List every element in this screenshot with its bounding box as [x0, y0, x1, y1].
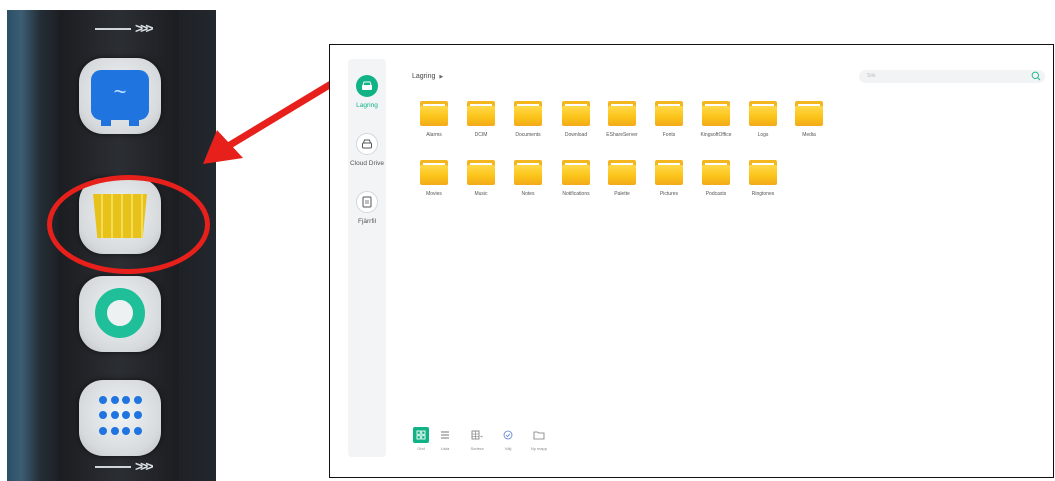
sidebar-item-fjarrfil[interactable]: Fjärrfil	[348, 191, 386, 225]
folder-name: Movies	[426, 191, 442, 197]
folder-item[interactable]: Notes	[508, 160, 548, 197]
file-manager-window: Lagring Cloud Drive Fjärrfil Lagring ▶ Sö…	[329, 44, 1054, 478]
folder-item[interactable]: Music	[461, 160, 501, 197]
folder-icon	[562, 101, 590, 126]
folder-item[interactable]: Logs	[743, 101, 783, 138]
scroll-line-bottom	[95, 466, 131, 468]
all-apps-icon[interactable]	[79, 380, 161, 456]
chevron-down-icon[interactable]: >>>	[135, 458, 153, 474]
folder-name: Media	[802, 132, 816, 138]
grid-view-button[interactable]: Grid	[409, 427, 433, 451]
pointer-arrow	[203, 81, 333, 164]
folder-name: Download	[564, 132, 588, 138]
folder-name: Logs	[757, 132, 769, 138]
folder-icon	[702, 101, 730, 126]
breadcrumb-label: Lagring	[412, 73, 436, 80]
folder-icon	[467, 160, 495, 185]
folder-icon	[562, 160, 590, 185]
app-grid-icon	[99, 396, 143, 440]
cloud-drive-icon	[356, 133, 378, 155]
sidebar-item-label: Lagring	[356, 102, 378, 109]
search-icon[interactable]	[1031, 71, 1041, 81]
toolbar-label: Grid	[417, 446, 425, 451]
folder-name: Documents	[515, 132, 541, 138]
folder-item[interactable]: Movies	[414, 160, 454, 197]
folder-name: Fonts	[662, 132, 676, 138]
folder-item[interactable]: Documents	[508, 101, 548, 138]
sidebar-item-label: Cloud Drive	[350, 160, 384, 167]
folder-name: Ringtones	[751, 191, 775, 197]
folder-icon	[514, 101, 542, 126]
folder-icon	[420, 160, 448, 185]
folder-icon	[655, 160, 683, 185]
folder-name: Podcasts	[705, 191, 727, 197]
highlight-circle	[47, 175, 210, 274]
folder-icon	[514, 160, 542, 185]
caret-right-icon: ▶	[439, 74, 444, 80]
folder-icon	[702, 160, 730, 185]
list-view-icon	[437, 427, 453, 443]
new-folder-icon	[531, 427, 547, 443]
search-input[interactable]: Sök	[859, 70, 1045, 83]
folder-name: Palette	[614, 191, 630, 197]
chevron-up-icon[interactable]: >>>	[135, 20, 153, 36]
folder-icon	[467, 101, 495, 126]
folder-name: DCIM	[474, 132, 488, 138]
sidebar-item-cloud-drive[interactable]: Cloud Drive	[348, 133, 386, 167]
toolbar-label: Ny mapp	[530, 446, 547, 451]
storage-icon	[356, 75, 378, 97]
monitor-photo: >>> ~ >>>	[7, 10, 216, 481]
folder-item[interactable]: Alarms	[414, 101, 454, 138]
folder-item[interactable]: Media	[789, 101, 829, 138]
folder-item[interactable]: Ringtones	[743, 160, 783, 197]
folder-name: Alarms	[426, 132, 442, 138]
toolbar-label: Välj	[504, 446, 512, 451]
folder-item[interactable]: Fonts	[649, 101, 689, 138]
select-button[interactable]: Välj	[496, 427, 520, 451]
folder-name: EShareServer	[606, 132, 638, 138]
folder-icon	[420, 101, 448, 126]
folder-icon	[749, 160, 777, 185]
folder-icon	[655, 101, 683, 126]
search-placeholder: Sök	[867, 73, 876, 79]
folder-name: Notes	[521, 191, 535, 197]
folder-name: Pictures	[659, 191, 679, 197]
folder-icon	[608, 101, 636, 126]
folder-icon	[608, 160, 636, 185]
folder-item[interactable]: Podcasts	[696, 160, 736, 197]
select-check-icon	[500, 427, 516, 443]
folder-item[interactable]: Download	[556, 101, 596, 138]
folder-item[interactable]: Pictures	[649, 160, 689, 197]
sidebar-item-label: Fjärrfil	[357, 218, 377, 225]
sort-icon	[469, 427, 485, 443]
toolbar-label: Lista	[440, 446, 450, 451]
folder-item[interactable]: Palette	[602, 160, 642, 197]
breadcrumb[interactable]: Lagring ▶	[412, 73, 443, 80]
whiteboard-app-icon[interactable]: ~	[79, 58, 161, 134]
folder-item[interactable]: DCIM	[461, 101, 501, 138]
list-view-button[interactable]: Lista	[433, 427, 457, 451]
folder-item[interactable]: EShareServer	[602, 101, 642, 138]
settings-app-icon[interactable]	[79, 276, 161, 352]
sidebar-item-lagring[interactable]: Lagring	[348, 75, 386, 109]
folder-item[interactable]: Notifications	[556, 160, 596, 197]
remote-file-icon	[356, 191, 378, 213]
monitor-wave-icon: ~	[91, 70, 149, 126]
storage-sidebar: Lagring Cloud Drive Fjärrfil	[348, 59, 386, 457]
scroll-line-top	[95, 28, 131, 30]
sort-button[interactable]: Sortera	[465, 427, 489, 451]
grid-view-icon	[413, 427, 429, 443]
folder-item[interactable]: KingsoftOffice	[696, 101, 736, 138]
toolbar-label: Sortera	[470, 446, 484, 451]
folder-name: Notifications	[562, 191, 590, 197]
ring-icon	[95, 288, 145, 338]
folder-name: KingsoftOffice	[700, 132, 732, 138]
new-folder-button[interactable]: Ny mapp	[527, 427, 551, 451]
folder-name: Music	[474, 191, 488, 197]
folder-icon	[795, 101, 823, 126]
folder-icon	[749, 101, 777, 126]
